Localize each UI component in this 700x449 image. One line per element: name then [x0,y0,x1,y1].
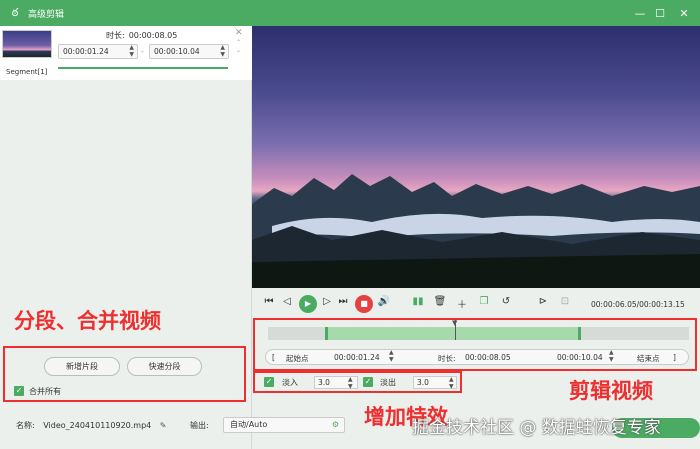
app-logo-icon: ఠ [11,6,19,19]
volume-icon[interactable]: 🔊 [377,296,391,307]
play-button[interactable]: ▶ [299,295,317,313]
segment-duration-label: 时长: [106,31,125,40]
edit-name-icon[interactable]: ✎ [160,421,167,430]
step-back-icon[interactable]: ◁ [280,296,294,307]
title-bar: ఠ 高级剪辑 — ☐ ✕ [0,0,700,26]
mark-in-icon[interactable]: ⊳ [536,296,550,307]
fade-out-value: 3.0 [417,378,429,387]
spinner-icon[interactable]: ▲ ▼ [348,376,353,390]
spinner-icon[interactable]: ▲ ▼ [220,44,225,58]
split-icon[interactable]: ▮▮ [411,296,425,307]
bracket-right: ] [673,353,676,362]
maximize-icon[interactable]: ☐ [648,0,672,26]
mark-out-icon[interactable]: ⊡ [558,296,572,307]
trim-duration-label: 时长: [438,354,456,363]
fade-in-label: 淡入 [282,378,298,387]
landscape-scene [252,174,700,288]
range-separator: - [141,47,144,56]
output-select[interactable]: 自动/Auto ⚙ [223,417,345,433]
spinner-icon[interactable]: ▲ ▼ [389,349,394,363]
trim-start-value[interactable]: 00:00:01.24 [334,353,380,362]
remove-segment-icon[interactable]: ✕ [235,28,243,38]
merge-all-label: 合并所有 [29,387,61,396]
set-start-button[interactable]: 起始点 [286,353,309,364]
fade-in-value: 3.0 [318,378,330,387]
delete-icon[interactable]: 🗑 [433,296,447,307]
annotation-edit-video: 剪辑视频 [569,379,653,403]
segment-card[interactable]: Segment[1] 时长: 00:00:08.05 00:00:01.24 ▲ ▼… [0,26,252,80]
annotation-split-merge: 分段、合并视频 [14,309,161,333]
quick-split-button[interactable]: 快速分段 [127,357,202,376]
segment-end-value: 00:00:10.04 [154,47,200,56]
window-title: 高级剪辑 [28,9,65,20]
gear-icon[interactable]: ⚙ [332,418,339,432]
video-preview [252,26,700,288]
output-label: 输出: [190,421,209,430]
trim-end-value[interactable]: 00:00:10.04 [557,353,603,362]
fade-out-checkbox[interactable]: ✓ [363,377,373,387]
segment-duration: 时长: 00:00:08.05 [106,30,177,41]
copy-icon[interactable]: ❐ [477,296,491,307]
spinner-icon[interactable]: ▲ ▼ [449,376,454,390]
filename-value: Video_240410110920.mp4 [43,421,152,430]
reorder-icon[interactable]: ⌃ ⌄ [236,39,241,55]
step-forward-icon[interactable]: ▷ [320,296,334,307]
skip-end-icon[interactable]: ⏭ [336,296,350,307]
timeline-selection[interactable] [325,327,581,340]
playhead-marker-icon[interactable]: ▼ [452,319,457,327]
playback-timecode: 00:00:06.05/00:00:13.15 [591,300,685,309]
segment-name: Segment[1] [6,68,48,76]
segment-end-input[interactable]: 00:00:10.04 ▲ ▼ [149,44,229,59]
segment-start-value: 00:00:01.24 [63,47,109,56]
segment-thumbnail [2,30,52,58]
filename-row: 名称: Video_240410110920.mp4 ✎ [16,420,167,431]
fade-out-label: 淡出 [380,378,396,387]
watermark: 掘金技术社区 @ 数据蛙恢复专家 [412,418,661,438]
segment-start-input[interactable]: 00:00:01.24 ▲ ▼ [58,44,138,59]
output-value: 自动/Auto [230,420,268,429]
fade-in-checkbox[interactable]: ✓ [264,377,274,387]
segment-progress [58,67,228,69]
reset-icon[interactable]: ↺ [499,296,513,307]
add-icon[interactable]: ＋ [455,296,469,311]
skip-start-icon[interactable]: ⏮ [262,296,276,307]
bracket-left: [ [272,353,275,362]
trim-duration-value: 00:00:08.05 [465,353,511,362]
new-clip-button[interactable]: 新增片段 [44,357,120,376]
close-icon[interactable]: ✕ [672,0,696,26]
merge-all-checkbox[interactable]: ✓ [14,386,24,396]
spinner-icon[interactable]: ▲ ▼ [609,349,614,363]
set-end-button[interactable]: 结束点 [637,353,660,364]
stop-button[interactable]: ■ [355,295,373,313]
filename-label: 名称: [16,421,35,430]
segment-duration-value: 00:00:08.05 [128,31,178,40]
spinner-icon[interactable]: ▲ ▼ [129,44,134,58]
